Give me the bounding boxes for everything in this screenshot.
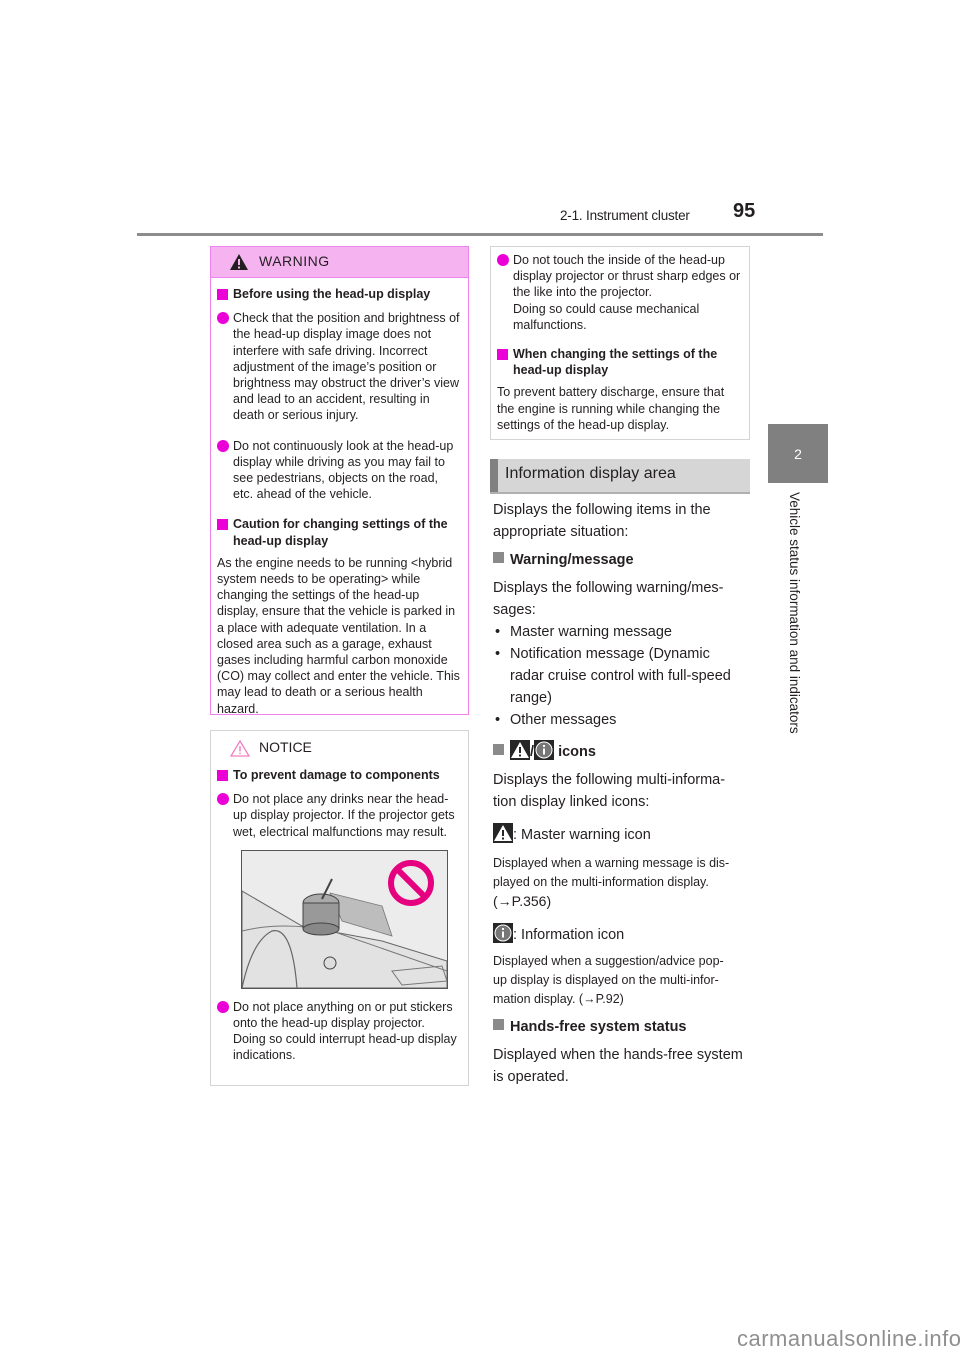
master-warning-icon xyxy=(493,823,513,843)
information-icon-description: Displayed when a suggestion/advice pop- … xyxy=(493,952,753,1009)
bullet-item-continued: radar cruise control with full-speed xyxy=(510,668,731,684)
section-intro: Displays the following items in the appr… xyxy=(493,499,753,543)
text-line: Displays the following items in the xyxy=(493,502,711,518)
notice-box: NOTICE To prevent damage to components D… xyxy=(210,730,469,1086)
text-line: Displayed when a warning message is dis- xyxy=(493,856,730,870)
subsection-heading: Hands-free system status xyxy=(493,1016,753,1038)
text-line: appropriate situation: xyxy=(493,524,629,540)
notice-continued-box: Do not touch the inside of the head-up d… xyxy=(490,246,750,440)
notice-triangle-icon xyxy=(230,740,250,757)
running-header-section: 2-1. Instrument cluster xyxy=(560,208,690,223)
information-icon-label: : Information icon xyxy=(493,923,753,946)
information-icon xyxy=(493,923,513,943)
warning-heading: Before using the head-up display xyxy=(217,286,460,302)
subsection-hands-free: Hands-free system status Displayed when … xyxy=(493,1016,753,1088)
section-title: Information display area xyxy=(505,465,676,482)
text-line: played on the multi-information display. xyxy=(493,875,709,889)
notice-item: Do not place anything on or put stickers… xyxy=(217,999,460,1064)
icon-label: : Information icon xyxy=(513,927,625,943)
master-warning-icon xyxy=(510,740,530,760)
warning-header: WARNING xyxy=(211,247,468,278)
subsection-heading: / icons xyxy=(493,740,753,763)
master-warning-description: Displayed when a warning message is dis-… xyxy=(493,854,753,911)
page-reference-link[interactable]: mation display. (→P.92) xyxy=(493,990,753,1009)
chapter-tab: 2 xyxy=(768,424,828,483)
text-line: sages: xyxy=(493,602,536,618)
bullet-item: Master warning message xyxy=(493,621,753,643)
notice-item-text: Doing so could cause mechanical malfunct… xyxy=(513,301,700,332)
notice-title: NOTICE xyxy=(259,739,312,755)
text-line: Displayed when a suggestion/advice pop- xyxy=(493,954,724,968)
chapter-title: Vehicle status information and indicator… xyxy=(787,492,802,734)
square-bullet-icon xyxy=(493,1019,504,1030)
text-line: Displays the following multi-informa- xyxy=(493,772,726,788)
warning-box: WARNING Before using the head-up display… xyxy=(210,246,469,716)
bullet-item: Notification message (Dynamic xyxy=(493,643,753,665)
bullet-item-continued: range) xyxy=(510,690,552,706)
watermark: carmanualsonline.info xyxy=(737,1326,960,1351)
section-header: Information display area xyxy=(490,459,750,494)
subsection-title: icons xyxy=(558,744,596,760)
chapter-number: 2 xyxy=(794,446,802,462)
square-bullet-icon xyxy=(493,552,504,563)
subsection-title: Warning/message xyxy=(510,552,634,568)
text-line: tion display linked icons: xyxy=(493,794,650,810)
warning-paragraph: As the engine needs to be running <hybri… xyxy=(217,555,460,716)
master-warning-label: : Master warning icon xyxy=(493,823,753,846)
subsection-title: Hands-free system status xyxy=(510,1019,687,1035)
text-line: Displayed when the hands-free system xyxy=(493,1047,743,1063)
illustration-drink-on-dashboard xyxy=(241,849,448,989)
prohibited-icon xyxy=(388,859,434,906)
text-line: Displays the following warning/mes- xyxy=(493,580,724,596)
warning-triangle-icon xyxy=(230,254,248,270)
header-divider xyxy=(137,233,823,236)
notice-item: Do not touch the inside of the head-up d… xyxy=(497,252,741,333)
warning-title: WARNING xyxy=(259,253,330,269)
page-number: 95 xyxy=(733,200,756,222)
text-line: is operated. xyxy=(493,1069,569,1085)
square-bullet-icon xyxy=(493,744,504,755)
notice-item: Do not place any drinks near the head-up… xyxy=(217,791,460,840)
notice-heading: When changing the settings of the head-u… xyxy=(497,346,741,378)
warning-item: Check that the position and brightness o… xyxy=(217,310,460,423)
subsection-icons: / icons Displays the following multi-inf… xyxy=(493,740,753,846)
subsection-heading: Warning/message xyxy=(493,549,753,571)
page-reference-link[interactable]: (→P.356) xyxy=(493,892,753,911)
icon-label: : Master warning icon xyxy=(513,827,651,843)
notice-header: NOTICE xyxy=(211,731,468,763)
notice-item-text: Do not touch the inside of the head-up d… xyxy=(513,253,741,300)
text-line: up display is displayed on the multi-inf… xyxy=(493,973,719,987)
notice-paragraph: To prevent battery discharge, ensure tha… xyxy=(497,385,725,432)
warning-item: Do not continuously look at the head-up … xyxy=(217,438,460,503)
notice-heading: To prevent damage to components xyxy=(217,767,460,783)
warning-heading: Caution for changing settings of the hea… xyxy=(217,516,460,548)
information-icon xyxy=(534,740,555,760)
bullet-item: Other messages xyxy=(493,709,753,731)
subsection-warning-message: Warning/message Displays the following w… xyxy=(493,549,753,731)
